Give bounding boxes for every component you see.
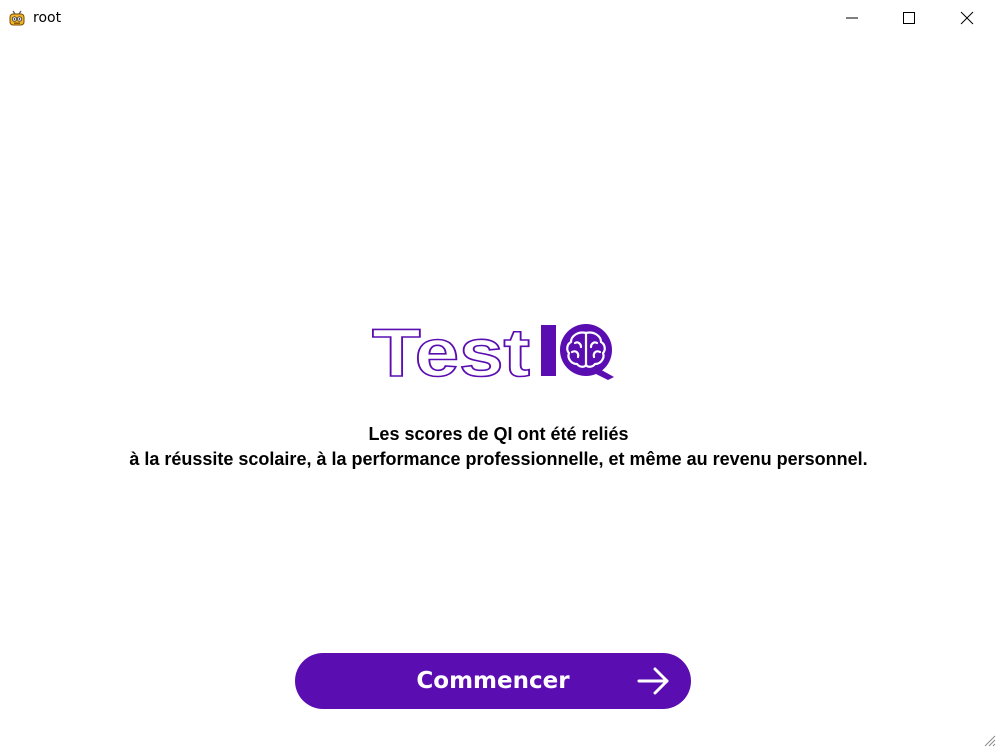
close-icon: [960, 11, 974, 25]
minimize-icon: [846, 17, 858, 19]
info-message: Les scores de QI ont été reliés à la réu…: [0, 422, 997, 472]
start-button[interactable]: Commencer: [295, 653, 691, 709]
info-line-1: Les scores de QI ont été reliés: [368, 424, 629, 444]
logo-letter-i: [541, 325, 556, 376]
testiq-logo: Test IQ: [372, 317, 614, 383]
start-button-label: Commencer: [416, 668, 570, 694]
minimize-button[interactable]: [823, 0, 881, 36]
logo-text-outline: Test: [372, 317, 530, 383]
maximize-button[interactable]: [880, 0, 938, 36]
app-robot-icon: [9, 10, 25, 26]
close-button[interactable]: [938, 0, 996, 36]
resize-grip-icon[interactable]: [982, 733, 996, 747]
info-line-2: à la réussite scolaire, à la performance…: [129, 449, 868, 469]
window-title: root: [33, 10, 62, 26]
arrow-right-icon: [637, 667, 669, 695]
maximize-icon: [903, 12, 915, 24]
title-bar[interactable]: root: [0, 0, 997, 36]
app-window: root Test IQ: [0, 0, 997, 748]
